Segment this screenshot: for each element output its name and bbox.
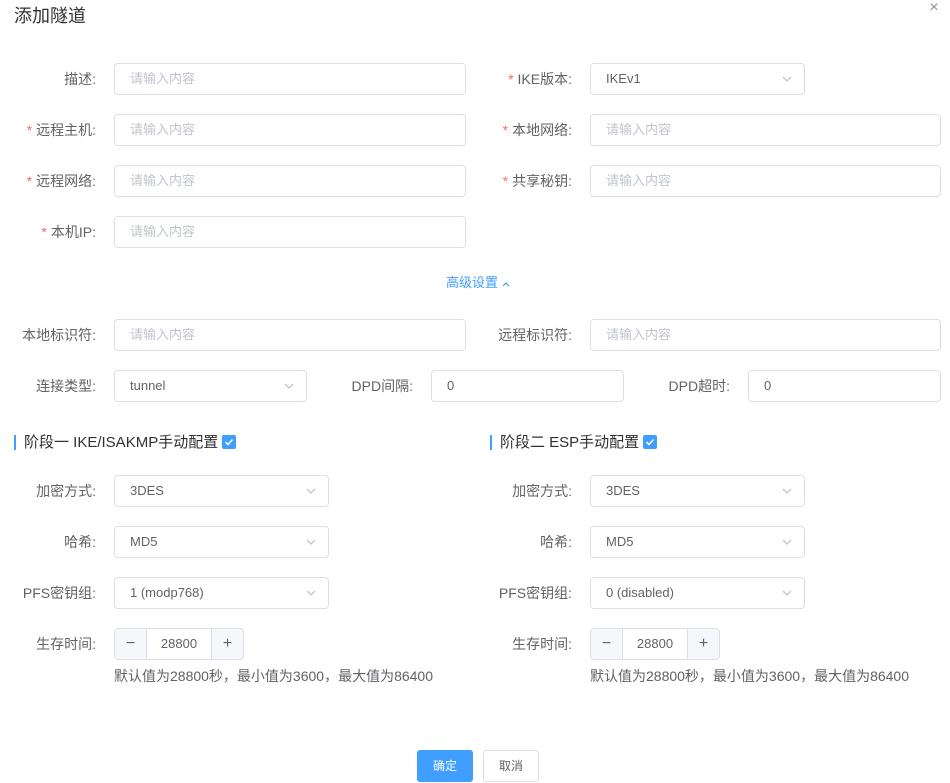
connection-type-select[interactable]: tunnel	[114, 370, 307, 402]
phase1-checkbox[interactable]	[222, 435, 237, 450]
required-mark: *	[502, 122, 509, 138]
close-icon[interactable]: ×	[924, 0, 944, 18]
ike-version-label-text: IKE版本:	[517, 71, 572, 87]
increment-button[interactable]: +	[211, 629, 243, 659]
phase1-title: 阶段一 IKE/ISAKMP手动配置	[24, 434, 219, 451]
phase1-hash-label: 哈希:	[64, 534, 96, 550]
local-ip-label-text: 本机IP:	[50, 224, 96, 240]
required-mark: *	[508, 71, 514, 87]
section-accent-bar	[490, 435, 492, 450]
phase1-pfs-label: PFS密钥组:	[22, 585, 96, 601]
phase2-hash-label: 哈希:	[540, 534, 572, 550]
phase1-lifetime-hint: 默认值为28800秒，最小值为3600，最大值为86400	[114, 668, 434, 684]
local-id-input[interactable]: 请输入内容	[114, 319, 466, 351]
required-mark: *	[26, 173, 33, 189]
local-ip-input[interactable]: 请输入内容	[114, 216, 466, 248]
advanced-settings-toggle[interactable]: 高级设置	[446, 273, 511, 293]
chevron-down-icon	[306, 590, 316, 596]
phase1-hash-select[interactable]: MD5	[114, 526, 329, 558]
required-mark: *	[502, 173, 509, 189]
remote-id-input[interactable]: 请输入内容	[590, 319, 941, 351]
local-network-input[interactable]: 请输入内容	[590, 114, 941, 146]
dpd-timeout-input[interactable]: 0	[748, 370, 941, 402]
remote-network-input[interactable]: 请输入内容	[114, 165, 466, 197]
chevron-down-icon	[782, 488, 792, 494]
phase2-encryption-value: 3DES	[606, 483, 640, 498]
phase2-pfs-select[interactable]: 0 (disabled)	[590, 577, 805, 609]
local-network-label: * 本地网络:	[470, 114, 572, 146]
phase2-encryption-label: 加密方式:	[512, 483, 572, 499]
phase1-encryption-select[interactable]: 3DES	[114, 475, 329, 507]
decrement-button[interactable]: −	[115, 629, 147, 659]
description-label: 描述:	[64, 71, 96, 87]
required-mark: *	[41, 224, 47, 240]
phase2-checkbox[interactable]	[643, 435, 658, 450]
phase2-pfs-label: PFS密钥组:	[498, 585, 572, 601]
chevron-down-icon	[306, 539, 316, 545]
remote-network-label: * 远程网络:	[0, 165, 96, 197]
chevron-down-icon	[782, 76, 792, 82]
remote-host-input[interactable]: 请输入内容	[114, 114, 466, 146]
advanced-settings-label: 高级设置	[446, 275, 499, 290]
confirm-button[interactable]: 确定	[417, 750, 473, 782]
chevron-up-icon	[502, 281, 510, 286]
phase1-lifetime-value[interactable]: 28800	[147, 629, 211, 659]
remote-host-label-text: 远程主机:	[36, 122, 96, 138]
decrement-button[interactable]: −	[591, 629, 623, 659]
phase2-lifetime-hint: 默认值为28800秒，最小值为3600，最大值为86400	[590, 668, 910, 684]
description-input[interactable]: 请输入内容	[114, 63, 466, 95]
shared-key-label-text: 共享秘钥:	[512, 173, 572, 189]
remote-network-label-text: 远程网络:	[36, 173, 96, 189]
cancel-button[interactable]: 取消	[483, 750, 539, 782]
dpd-interval-label: DPD间隔:	[351, 378, 413, 394]
section-accent-bar	[14, 435, 16, 450]
phase2-section-header: 阶段二 ESP手动配置	[490, 433, 658, 453]
phase1-section-header: 阶段一 IKE/ISAKMP手动配置	[14, 433, 237, 453]
local-id-label: 本地标识符:	[22, 327, 96, 343]
phase1-pfs-select[interactable]: 1 (modp768)	[114, 577, 329, 609]
dialog-title: 添加隧道	[14, 6, 86, 26]
shared-key-label: * 共享秘钥:	[470, 165, 572, 197]
dpd-timeout-label: DPD超时:	[668, 378, 730, 394]
phase2-encryption-select[interactable]: 3DES	[590, 475, 805, 507]
phase2-lifetime-label: 生存时间:	[512, 636, 572, 652]
local-network-label-text: 本地网络:	[512, 122, 572, 138]
phase2-hash-value: MD5	[606, 534, 634, 549]
connection-type-label: 连接类型:	[36, 378, 96, 394]
connection-type-value: tunnel	[130, 378, 166, 393]
dpd-interval-input[interactable]: 0	[431, 370, 624, 402]
remote-id-label: 远程标识符:	[498, 327, 572, 343]
ike-version-label: * IKE版本:	[470, 63, 572, 95]
phase1-lifetime-label: 生存时间:	[36, 636, 96, 652]
chevron-down-icon	[782, 590, 792, 596]
local-ip-label: * 本机IP:	[0, 216, 96, 248]
check-icon	[646, 439, 655, 446]
shared-key-input[interactable]: 请输入内容	[590, 165, 941, 197]
phase2-hash-select[interactable]: MD5	[590, 526, 805, 558]
phase1-hash-value: MD5	[130, 534, 158, 549]
check-icon	[225, 439, 234, 446]
chevron-down-icon	[306, 488, 316, 494]
chevron-down-icon	[284, 383, 294, 389]
phase2-pfs-value: 0 (disabled)	[606, 585, 674, 600]
phase2-lifetime-stepper[interactable]: − 28800 +	[590, 628, 720, 660]
phase2-title: 阶段二 ESP手动配置	[500, 434, 640, 451]
phase1-pfs-value: 1 (modp768)	[130, 585, 204, 600]
remote-host-label: * 远程主机:	[0, 114, 96, 146]
phase1-lifetime-stepper[interactable]: − 28800 +	[114, 628, 244, 660]
chevron-down-icon	[782, 539, 792, 545]
phase1-encryption-value: 3DES	[130, 483, 164, 498]
phase1-encryption-label: 加密方式:	[36, 483, 96, 499]
required-mark: *	[26, 122, 33, 138]
ike-version-value: IKEv1	[606, 71, 641, 86]
ike-version-select[interactable]: IKEv1	[590, 63, 805, 95]
increment-button[interactable]: +	[687, 629, 719, 659]
phase2-lifetime-value[interactable]: 28800	[623, 629, 687, 659]
